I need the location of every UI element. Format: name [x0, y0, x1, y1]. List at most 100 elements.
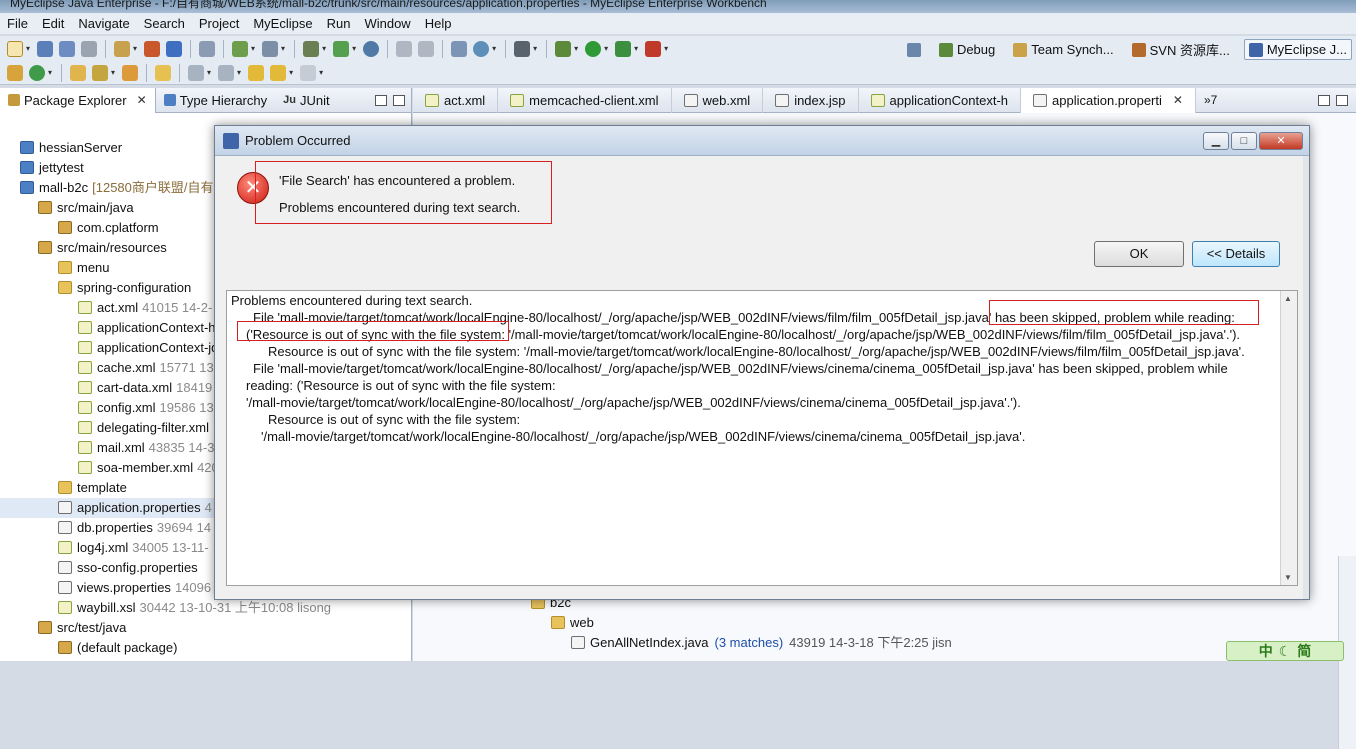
refresh-icon[interactable] — [29, 64, 45, 81]
open-browser-icon[interactable] — [451, 40, 468, 57]
perspective-debug[interactable]: Debug — [935, 40, 999, 59]
back-icon[interactable] — [270, 64, 287, 81]
details-button[interactable]: << Details — [1192, 241, 1280, 267]
tree-item-label: com.cplatform — [77, 220, 159, 235]
last-edit-icon[interactable] — [248, 64, 265, 81]
menu-edit[interactable]: Edit — [35, 16, 71, 31]
maximize-icon[interactable]: □ — [1231, 131, 1257, 150]
menu-navigate[interactable]: Navigate — [71, 16, 136, 31]
next-annotation-icon[interactable] — [188, 64, 205, 81]
menu-file[interactable]: File — [0, 16, 35, 31]
tab-overflow-button[interactable]: »7 — [1196, 93, 1225, 107]
build-icon[interactable] — [144, 40, 161, 57]
close-icon[interactable]: ✕ — [1173, 93, 1183, 107]
tree-item-meta: [12580商户联盟/自有商 — [92, 180, 227, 195]
open-folder-icon[interactable] — [70, 64, 87, 81]
xml-file-icon — [78, 361, 92, 374]
tree-item-meta: 34005 13-11- — [132, 540, 209, 555]
minimize-icon[interactable]: ▁ — [1203, 131, 1229, 150]
tab-package-explorer[interactable]: Package Explorer ✕ — [0, 87, 156, 113]
deploy-icon[interactable] — [232, 40, 249, 57]
debug-perspective-icon — [938, 42, 953, 57]
maximize-editor-icon[interactable] — [1336, 94, 1348, 106]
ok-button[interactable]: OK — [1094, 241, 1184, 267]
forward-icon[interactable] — [300, 64, 317, 81]
camera-icon[interactable] — [514, 40, 531, 57]
wizard-icon[interactable] — [262, 40, 279, 57]
result-item-meta: 43919 14-3-18 下午2:25 jisn — [789, 635, 952, 650]
build-all-icon[interactable] — [7, 64, 23, 81]
debug-icon[interactable] — [555, 40, 572, 57]
package-explorer-icon — [8, 94, 20, 106]
close-icon[interactable]: ✕ — [137, 93, 147, 107]
menu-run[interactable]: Run — [320, 16, 358, 31]
copy-icon[interactable] — [418, 40, 435, 57]
run-config-icon[interactable] — [615, 40, 632, 57]
minimize-editor-icon[interactable] — [1318, 94, 1330, 106]
tree-item-label: db.properties — [77, 520, 153, 535]
menu-help[interactable]: Help — [418, 16, 459, 31]
result-item[interactable]: web — [413, 613, 1356, 633]
menu-project[interactable]: Project — [192, 16, 246, 31]
maximize-view-icon[interactable] — [393, 94, 405, 106]
tree-item-meta: 41015 14-2- — [142, 300, 213, 315]
jsp-icon[interactable] — [333, 40, 350, 57]
scroll-down-icon[interactable]: ▼ — [1284, 573, 1292, 582]
cut-icon[interactable] — [396, 40, 413, 57]
save-all-icon[interactable] — [59, 40, 76, 57]
search-icon[interactable] — [92, 64, 109, 81]
junit-icon: Ju — [283, 94, 296, 106]
editor-tab-active[interactable]: application.properti ✕ — [1021, 87, 1196, 113]
menu-myeclipse[interactable]: MyEclipse — [246, 16, 319, 31]
perspective-open[interactable] — [903, 41, 925, 59]
minimize-view-icon[interactable] — [375, 94, 387, 106]
editor-tab[interactable]: applicationContext-h — [859, 87, 1022, 113]
menu-window[interactable]: Window — [357, 16, 417, 31]
perspective-svn[interactable]: SVN 资源库... — [1128, 38, 1234, 61]
task-icon[interactable] — [122, 64, 139, 81]
tree-item[interactable]: (default package) — [0, 638, 412, 658]
tree-item[interactable]: waybill.xsl 30442 13-10-31 上午10:08 lisong — [0, 598, 412, 618]
tab-type-hierarchy[interactable]: Type Hierarchy — [156, 88, 275, 113]
run-icon[interactable] — [585, 40, 602, 57]
xml-file-icon — [78, 301, 92, 314]
new-icon[interactable] — [7, 40, 23, 57]
prev-annotation-icon[interactable] — [218, 64, 235, 81]
details-scrollbar[interactable]: ▲ ▼ — [1280, 291, 1297, 585]
external-tools-icon[interactable] — [645, 40, 662, 57]
xml-file-icon — [78, 401, 92, 414]
tab-junit[interactable]: Ju JUnit — [275, 88, 337, 113]
package-icon — [38, 621, 52, 634]
tree-item-label: views.properties — [77, 580, 171, 595]
hierarchy-icon[interactable] — [303, 40, 320, 57]
tree-item-meta: 39694 14 — [156, 520, 212, 535]
folder-icon — [58, 481, 72, 494]
result-item[interactable]: GenAllNetIndex.java (3 matches) 43919 14-3… — [413, 633, 1356, 653]
editor-tab[interactable]: act.xml — [413, 87, 499, 113]
scroll-up-icon[interactable]: ▲ — [1284, 294, 1292, 303]
save-icon[interactable] — [37, 40, 54, 57]
package-icon[interactable] — [166, 40, 183, 57]
perspective-team-sync[interactable]: Team Synch... — [1009, 40, 1117, 59]
perspective-myeclipse[interactable]: MyEclipse J... — [1243, 39, 1352, 60]
globe-icon[interactable] — [363, 40, 380, 57]
close-icon[interactable]: ✕ — [1259, 131, 1303, 150]
pen-icon[interactable] — [155, 64, 172, 81]
xml-file-icon — [683, 93, 698, 107]
details-text-area[interactable]: Problems encountered during text search.… — [226, 290, 1298, 586]
editor-tab[interactable]: web.xml — [672, 87, 764, 113]
menu-search[interactable]: Search — [137, 16, 192, 31]
server-icon[interactable] — [199, 40, 216, 57]
package-icon — [58, 221, 72, 234]
web-icon[interactable] — [473, 40, 490, 57]
ime-status[interactable]: 中 ☾ 简 — [1226, 641, 1344, 661]
editor-tab[interactable]: index.jsp — [763, 87, 859, 113]
tree-item-meta: 43835 14-3 — [148, 440, 215, 455]
editor-view-controls — [1318, 94, 1356, 106]
project-icon — [20, 141, 34, 154]
properties-file-icon — [58, 501, 72, 514]
editor-tab[interactable]: memcached-client.xml — [498, 87, 672, 113]
tree-item[interactable]: src/test/java — [0, 618, 412, 638]
open-type-icon[interactable] — [114, 40, 131, 57]
print-icon[interactable] — [81, 40, 98, 57]
